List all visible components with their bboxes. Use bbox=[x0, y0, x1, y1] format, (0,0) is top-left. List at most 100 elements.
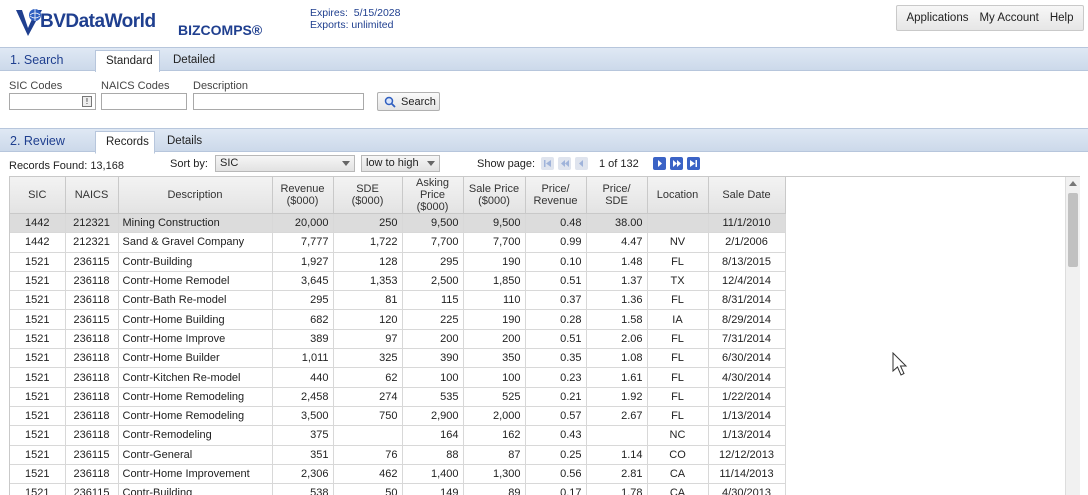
previous-fast-button[interactable] bbox=[558, 157, 571, 170]
table-cell: FL bbox=[647, 252, 709, 272]
column-header[interactable]: NAICS bbox=[65, 177, 119, 214]
column-header-label: Revenue bbox=[533, 195, 578, 207]
table-row[interactable]: 1442 212321 Mining Construction 20,000 250 9,… bbox=[10, 213, 786, 234]
fast-forward-icon bbox=[672, 160, 681, 167]
tab-records[interactable]: Records bbox=[95, 131, 155, 154]
tab-details[interactable]: Details bbox=[157, 131, 212, 154]
page-info: 1 of 132 bbox=[599, 158, 639, 170]
table-cell: 1.58 bbox=[586, 309, 648, 330]
table-cell: 7,777 bbox=[272, 232, 334, 253]
table-cell: 190 bbox=[463, 309, 526, 330]
table-cell: 200 bbox=[463, 329, 526, 350]
table-row[interactable]: 1521 236118 Contr-Remodeling 375 164 162 0.43 N… bbox=[10, 425, 786, 446]
table-row[interactable]: 1521 236115 Contr-Building 1,927 128 295 190 0.… bbox=[10, 252, 786, 272]
table-cell: Contr-Home Remodeling bbox=[118, 387, 273, 407]
nav-applications[interactable]: Applications bbox=[906, 12, 968, 24]
table-row[interactable]: 1521 236118 Contr-Home Remodeling 2,458 274 5… bbox=[10, 387, 786, 407]
table-row[interactable]: 1521 236115 Contr-General 351 76 88 87 0.25 1.14… bbox=[10, 445, 786, 465]
table-cell: FL bbox=[647, 348, 709, 369]
vertical-scrollbar[interactable] bbox=[1065, 177, 1080, 495]
sic-lookup-icon[interactable]: ! bbox=[82, 96, 92, 107]
table-cell: 236118 bbox=[65, 271, 119, 292]
naics-codes-label: NAICS Codes bbox=[101, 80, 170, 92]
table-cell: 1,011 bbox=[272, 348, 334, 369]
nav-help[interactable]: Help bbox=[1050, 12, 1074, 24]
table-cell: 0.25 bbox=[525, 445, 587, 465]
table-cell: Contr-Bath Re-model bbox=[118, 290, 273, 311]
table-row[interactable]: 1442 212321 Sand & Gravel Company 7,777 1,72… bbox=[10, 232, 786, 253]
table-cell: 236118 bbox=[65, 406, 119, 427]
sort-field-select[interactable]: SIC bbox=[215, 155, 355, 172]
table-header-row: SIC NAICS Description Revenue ($000) SDE ($000… bbox=[10, 177, 786, 214]
chevron-down-icon bbox=[427, 161, 435, 166]
table-row[interactable]: 1521 236118 Contr-Home Improvement 2,306 462… bbox=[10, 464, 786, 485]
table-row[interactable]: 1521 236118 Contr-Home Builder 1,011 325 390 3… bbox=[10, 348, 786, 369]
column-header[interactable]: SIC bbox=[10, 177, 66, 214]
column-header[interactable]: Location bbox=[647, 177, 709, 214]
first-page-icon bbox=[544, 160, 551, 167]
first-page-button[interactable] bbox=[541, 157, 554, 170]
table-cell: 3,645 bbox=[272, 271, 334, 292]
column-header-label: Sale Price bbox=[468, 183, 520, 195]
table-cell: 212321 bbox=[65, 213, 119, 234]
review-section-title: 2. Review bbox=[10, 134, 65, 148]
naics-codes-input[interactable] bbox=[101, 93, 187, 110]
previous-page-button[interactable] bbox=[575, 157, 588, 170]
column-header[interactable]: Description bbox=[118, 177, 273, 214]
next-fast-button[interactable] bbox=[670, 157, 683, 170]
table-cell: 0.37 bbox=[525, 290, 587, 311]
table-cell: 274 bbox=[333, 387, 403, 407]
table-cell: 164 bbox=[402, 425, 464, 446]
table-cell: 750 bbox=[333, 406, 403, 427]
last-page-icon bbox=[690, 160, 697, 167]
column-header-label: Description bbox=[167, 189, 223, 201]
table-cell: 1.61 bbox=[586, 367, 648, 388]
exports-text: Exports: unlimited bbox=[310, 19, 394, 31]
sort-order-select[interactable]: low to high bbox=[361, 155, 440, 172]
table-cell: 236115 bbox=[65, 252, 119, 272]
table-row[interactable]: 1521 236118 Contr-Home Improve 389 97 200 200 0… bbox=[10, 329, 786, 350]
table-cell: 20,000 bbox=[272, 213, 334, 234]
next-page-button[interactable] bbox=[653, 157, 666, 170]
table-cell: 389 bbox=[272, 329, 334, 350]
scroll-up-arrow-icon[interactable] bbox=[1069, 181, 1077, 186]
table-cell: CA bbox=[647, 464, 709, 485]
table-cell: 97 bbox=[333, 329, 403, 350]
table-cell: 7,700 bbox=[402, 232, 464, 253]
search-button[interactable]: Search bbox=[377, 92, 440, 111]
table-row[interactable]: 1521 236115 Contr-Home Building 682 120 225 19… bbox=[10, 309, 786, 330]
column-header[interactable]: Price/Revenue bbox=[525, 177, 587, 214]
table-cell: 236118 bbox=[65, 387, 119, 407]
table-cell: 4/30/2013 bbox=[708, 483, 786, 495]
table-cell bbox=[333, 425, 403, 446]
column-header[interactable]: Revenue ($000) bbox=[272, 177, 334, 214]
table-cell: 0.57 bbox=[525, 406, 587, 427]
description-input[interactable] bbox=[193, 93, 364, 110]
table-cell: 1521 bbox=[10, 309, 66, 330]
column-header-label: Asking Price bbox=[415, 177, 450, 201]
table-cell: 2/1/2006 bbox=[708, 232, 786, 253]
tab-detailed[interactable]: Detailed bbox=[163, 50, 225, 73]
column-header[interactable]: Sale Date bbox=[708, 177, 786, 214]
table-row[interactable]: 1521 236118 Contr-Kitchen Re-model 440 62 100… bbox=[10, 367, 786, 388]
column-header[interactable]: Asking Price ($000) bbox=[402, 177, 464, 214]
column-header[interactable]: Price/SDE bbox=[586, 177, 648, 214]
bvdataworld-logo[interactable]: BVDataWorld bbox=[14, 6, 156, 38]
table-row[interactable]: 1521 236115 Contr-Building 538 50 149 89 0.17 1.… bbox=[10, 483, 786, 495]
table-row[interactable]: 1521 236118 Contr-Home Remodeling 3,500 750 2… bbox=[10, 406, 786, 427]
table-row[interactable]: 1521 236118 Contr-Bath Re-model 295 81 115 110… bbox=[10, 290, 786, 311]
search-section-bar: 1. Search Standard Detailed bbox=[0, 47, 1088, 73]
table-cell: 38.00 bbox=[586, 213, 648, 234]
column-header[interactable]: Sale Price ($000) bbox=[463, 177, 526, 214]
last-page-button[interactable] bbox=[687, 157, 700, 170]
table-cell: 9,500 bbox=[463, 213, 526, 234]
column-header[interactable]: SDE ($000) bbox=[333, 177, 403, 214]
table-cell: 1521 bbox=[10, 406, 66, 427]
table-cell: 162 bbox=[463, 425, 526, 446]
tab-standard[interactable]: Standard bbox=[95, 50, 160, 73]
table-row[interactable]: 1521 236118 Contr-Home Remodel 3,645 1,353 2,… bbox=[10, 271, 786, 292]
nav-my-account[interactable]: My Account bbox=[979, 12, 1038, 24]
scrollbar-thumb[interactable] bbox=[1068, 193, 1078, 267]
table-cell: 0.99 bbox=[525, 232, 587, 253]
table-cell: NC bbox=[647, 425, 709, 446]
